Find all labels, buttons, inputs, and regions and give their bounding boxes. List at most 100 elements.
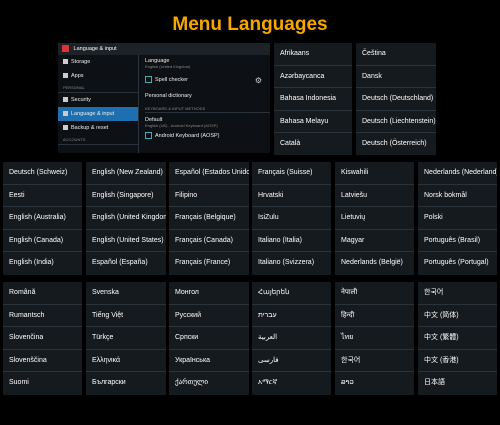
list-item[interactable]: ไทย (335, 327, 414, 350)
android-keyboard-label: Android Keyboard (AOSP) (155, 132, 220, 139)
list-item[interactable]: Français (Belgique) (169, 207, 249, 230)
language-list-mid-5: Kiswahili Latviešu Lietuvių Magyar Neder… (335, 162, 414, 275)
list-item[interactable]: Ελληνικά (86, 350, 166, 372)
list-item[interactable]: Български (86, 372, 166, 395)
list-item[interactable]: Bahasa Melayu (274, 111, 352, 133)
list-item[interactable]: Kiswahili (335, 162, 414, 185)
list-item[interactable]: Deutsch (Schweiz) (3, 162, 82, 185)
sidebar-item-storage[interactable]: Storage (58, 55, 138, 69)
list-item[interactable]: Slovenščina (3, 350, 82, 372)
page-title: Menu Languages (172, 14, 328, 35)
list-item[interactable]: Română (3, 282, 82, 305)
list-item[interactable]: 中文 (香港) (418, 350, 497, 372)
list-item[interactable]: Türkçe (86, 327, 166, 350)
list-item[interactable]: العربية (252, 327, 331, 350)
list-item[interactable]: हिन्दी (335, 305, 414, 327)
list-item[interactable]: 한국어 (418, 282, 497, 305)
settings-sidebar: Storage Apps PERSONAL Security Language … (58, 55, 139, 153)
list-item[interactable]: Slovenčina (3, 327, 82, 350)
sidebar-item-language-input[interactable]: Language & input (58, 107, 138, 121)
list-item[interactable]: Rumantsch (3, 305, 82, 327)
list-item[interactable]: Afrikaans (274, 43, 352, 66)
sidebar-item-apps[interactable]: Apps (58, 69, 138, 83)
list-item[interactable]: Español (Estados Unidos) (169, 162, 249, 185)
list-item[interactable]: IsiZulu (252, 207, 331, 230)
list-item[interactable]: Azərbaycanca (274, 66, 352, 88)
list-item[interactable]: Norsk bokmål (418, 185, 497, 207)
language-list-top-2: Čeština Dansk Deutsch (Deutschland) Deut… (356, 43, 436, 155)
sidebar-item-backup-reset[interactable]: Backup & reset (58, 121, 138, 135)
list-item[interactable]: English (Australia) (3, 207, 82, 230)
list-item[interactable]: Hrvatski (252, 185, 331, 207)
spell-checker-checkbox[interactable] (145, 76, 152, 83)
list-item[interactable]: Српски (169, 327, 249, 350)
list-item[interactable]: English (Singapore) (86, 185, 166, 207)
list-item[interactable]: Deutsch (Deutschland) (356, 88, 436, 111)
list-item[interactable]: Magyar (335, 230, 414, 252)
list-item[interactable]: ქართული (169, 372, 249, 395)
personal-dictionary-row[interactable]: Personal dictionary (145, 93, 270, 99)
section-header-personal: PERSONAL (58, 83, 138, 93)
list-item[interactable]: Монгол (169, 282, 249, 305)
list-item[interactable]: Español (España) (86, 252, 166, 275)
list-item[interactable]: English (India) (3, 252, 82, 275)
settings-detail: Language English (United Kingdom) Spell … (145, 55, 270, 153)
list-item[interactable]: Հայերեն (252, 282, 331, 305)
list-item[interactable]: Čeština (356, 43, 436, 66)
list-item[interactable]: Svenska (86, 282, 166, 305)
list-item[interactable]: Italiano (Italia) (252, 230, 331, 252)
list-item[interactable]: Русский (169, 305, 249, 327)
list-item[interactable]: Français (Canada) (169, 230, 249, 252)
list-item[interactable]: 中文 (简体) (418, 305, 497, 327)
list-item[interactable]: Deutsch (Österreich) (356, 133, 436, 156)
list-item[interactable]: 한국어 (335, 350, 414, 372)
list-item[interactable]: አማርኛ (252, 372, 331, 395)
spell-checker-row[interactable]: Spell checker ⚙ (145, 76, 270, 85)
list-item[interactable]: Deutsch (Liechtenstein) (356, 111, 436, 133)
list-item[interactable]: Tiếng Việt (86, 305, 166, 327)
list-item[interactable]: English (United Kingdom) (86, 207, 166, 230)
language-list-mid-6: Nederlands (Nederland) Norsk bokmål Pols… (418, 162, 497, 275)
list-item[interactable]: Português (Portugal) (418, 252, 497, 275)
keyboard-section-header: KEYBOARD & INPUT METHODS (145, 106, 270, 113)
list-item[interactable]: Bahasa Indonesia (274, 88, 352, 111)
list-item[interactable]: فارسی (252, 350, 331, 372)
sidebar-item-label: Security (71, 97, 91, 103)
list-item[interactable]: English (United States) (86, 230, 166, 252)
apps-icon (63, 73, 68, 79)
list-item[interactable]: Français (France) (169, 252, 249, 275)
android-keyboard-checkbox[interactable] (145, 132, 152, 139)
list-item[interactable]: Nederlands (Nederland) (418, 162, 497, 185)
list-item[interactable]: Français (Suisse) (252, 162, 331, 185)
sidebar-item-label: Apps (71, 73, 84, 79)
language-icon (63, 111, 68, 117)
list-item[interactable]: עברית (252, 305, 331, 327)
list-item[interactable]: English (Canada) (3, 230, 82, 252)
list-item[interactable]: Italiano (Svizzera) (252, 252, 331, 275)
list-item[interactable]: Lietuvių (335, 207, 414, 230)
list-item[interactable]: Suomi (3, 372, 82, 395)
list-item[interactable]: Português (Brasil) (418, 230, 497, 252)
list-item[interactable]: ລາວ (335, 372, 414, 395)
list-item[interactable]: 日本語 (418, 372, 497, 395)
list-item[interactable]: 中文 (繁體) (418, 327, 497, 350)
list-item[interactable]: Polski (418, 207, 497, 230)
settings-tune-icon[interactable]: ⚙ (255, 76, 262, 85)
list-item[interactable]: Latviešu (335, 185, 414, 207)
sidebar-item-label: Language & input (71, 111, 115, 117)
language-list-bot-2: Svenska Tiếng Việt Türkçe Ελληνικά Бълга… (86, 282, 166, 395)
list-item[interactable]: Dansk (356, 66, 436, 88)
list-item[interactable]: Filipino (169, 185, 249, 207)
list-item[interactable]: English (New Zealand) (86, 162, 166, 185)
list-item[interactable]: नेपाली (335, 282, 414, 305)
backup-icon (63, 125, 68, 131)
language-list-mid-3: Español (Estados Unidos) Filipino França… (169, 162, 249, 275)
sidebar-item-security[interactable]: Security (58, 93, 138, 107)
list-item[interactable]: Українська (169, 350, 249, 372)
list-item[interactable]: Nederlands (België) (335, 252, 414, 275)
android-keyboard-row[interactable]: Android Keyboard (AOSP) (145, 132, 270, 139)
default-keyboard-value: English (UK) - Android Keyboard (AOSP) (145, 123, 218, 128)
list-item[interactable]: Eesti (3, 185, 82, 207)
list-item[interactable]: Català (274, 133, 352, 156)
language-list-bot-6: 한국어 中文 (简体) 中文 (繁體) 中文 (香港) 日本語 (418, 282, 497, 395)
